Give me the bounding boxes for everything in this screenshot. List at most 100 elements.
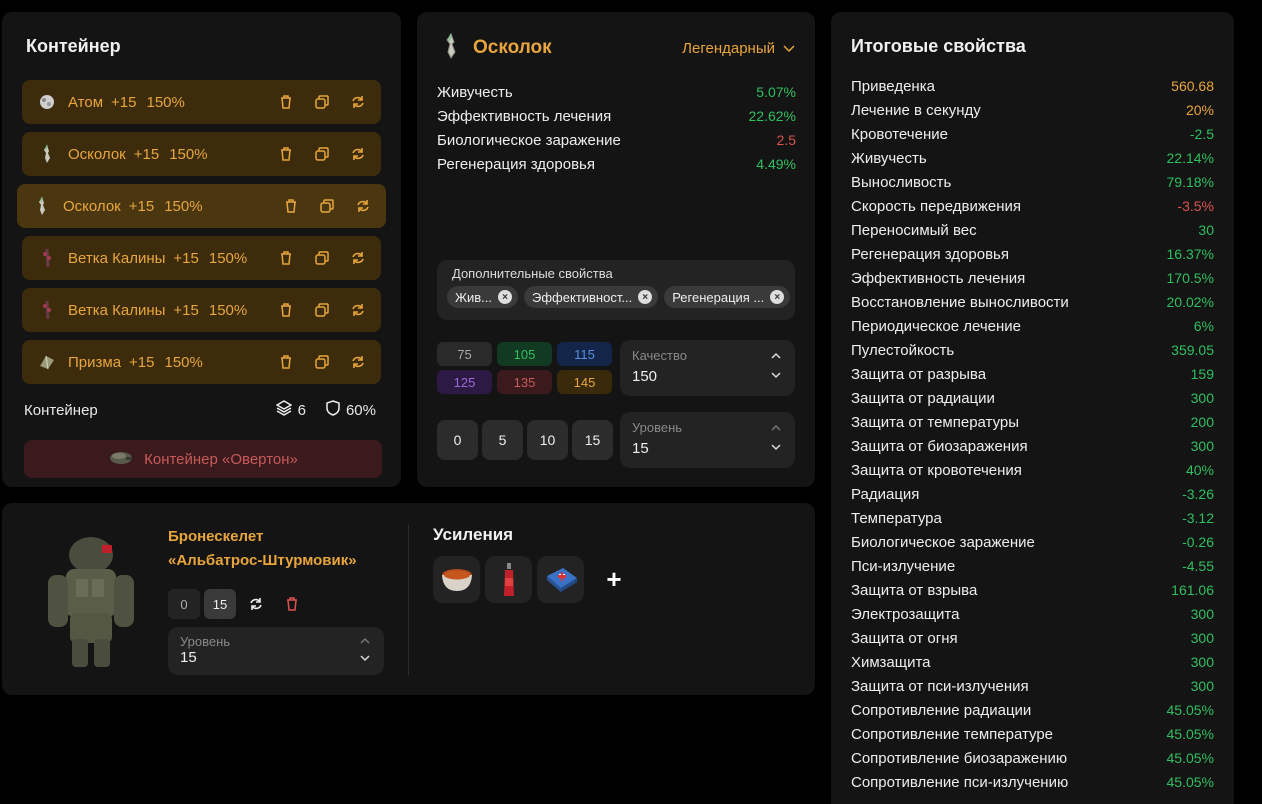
artifact-row[interactable]: Осколок +15 150% xyxy=(22,132,381,176)
property-row: Живучесть 5.07% xyxy=(437,80,796,104)
quality-preset-button[interactable]: 75 xyxy=(437,342,492,366)
armor-level-label: Уровень xyxy=(180,634,231,649)
armor-level-value[interactable]: 15 xyxy=(180,649,197,666)
refresh-icon[interactable] xyxy=(240,589,272,619)
artifact-row-quality: 150% xyxy=(164,353,203,371)
trash-icon[interactable] xyxy=(277,301,295,319)
level-value[interactable]: 15 xyxy=(632,440,649,457)
refresh-icon[interactable] xyxy=(349,353,367,371)
artifact-row[interactable]: Атом +15 150% xyxy=(22,80,381,124)
total-property-value: -2.5 xyxy=(1189,126,1214,142)
total-property-value: 200 xyxy=(1190,414,1214,430)
artifact-row[interactable]: Осколок +15 150% xyxy=(17,184,386,228)
trash-icon[interactable] xyxy=(276,589,308,619)
artifact-row[interactable]: Ветка Калины +15 150% xyxy=(22,236,381,280)
quality-label: Качество xyxy=(632,348,687,363)
close-icon[interactable]: × xyxy=(638,290,653,304)
trash-icon[interactable] xyxy=(277,145,295,163)
quality-preset-button[interactable]: 105 xyxy=(497,342,552,366)
extra-property-chip[interactable]: Жив... × xyxy=(447,286,519,308)
refresh-icon[interactable] xyxy=(349,93,367,111)
artifact-row-name: Призма xyxy=(68,353,122,371)
total-property-value: 6% xyxy=(1193,318,1214,334)
chevron-up-icon[interactable] xyxy=(771,350,781,362)
total-property-value: 45.05% xyxy=(1166,750,1214,766)
total-property-value: 300 xyxy=(1190,654,1214,670)
refresh-icon[interactable] xyxy=(349,145,367,163)
chevron-down-icon[interactable] xyxy=(360,653,370,665)
quality-preset-button[interactable]: 115 xyxy=(557,342,612,366)
rarity-dropdown[interactable]: Легендарный xyxy=(682,40,795,57)
chevron-down-icon[interactable] xyxy=(771,442,781,454)
chevron-up-icon[interactable] xyxy=(360,635,370,647)
total-property-row: Защита от взрыва 161.06 xyxy=(851,578,1214,602)
total-property-row: Кровотечение -2.5 xyxy=(851,122,1214,146)
quality-preset-button[interactable]: 145 xyxy=(557,370,612,394)
total-property-name: Радиация xyxy=(851,485,920,503)
copy-icon[interactable] xyxy=(313,93,331,111)
copy-icon[interactable] xyxy=(313,145,331,163)
trash-icon[interactable] xyxy=(277,93,295,111)
artifact-row-quality: 150% xyxy=(146,93,185,111)
container-select-button[interactable]: Контейнер «Овертон» xyxy=(24,440,382,478)
container-footer-label: Контейнер xyxy=(24,401,98,419)
trash-icon[interactable] xyxy=(277,249,295,267)
copy-icon[interactable] xyxy=(313,249,331,267)
quality-preset-button[interactable]: 135 xyxy=(497,370,552,394)
copy-icon[interactable] xyxy=(313,301,331,319)
armor-level-0-button[interactable]: 0 xyxy=(168,589,200,619)
container-protection: 60% xyxy=(345,401,376,419)
armor-level-stepper[interactable]: Уровень 15 xyxy=(168,627,384,675)
trash-icon[interactable] xyxy=(282,197,300,215)
stew-bowl-icon[interactable] xyxy=(433,556,480,603)
add-boost-button[interactable]: + xyxy=(599,556,629,603)
quality-value[interactable]: 150 xyxy=(632,368,657,385)
viburnum-branch-icon xyxy=(36,247,58,269)
chevron-down-icon[interactable] xyxy=(771,370,781,382)
level-preset-button[interactable]: 0 xyxy=(437,420,478,460)
refresh-icon[interactable] xyxy=(354,197,372,215)
medkit-icon[interactable] xyxy=(537,556,584,603)
level-stepper[interactable]: Уровень 15 xyxy=(620,412,795,468)
refresh-icon[interactable] xyxy=(349,301,367,319)
total-property-row: Защита от радиации 300 xyxy=(851,386,1214,410)
level-preset-button[interactable]: 15 xyxy=(572,420,613,460)
extra-property-chip[interactable]: Регенерация ... × xyxy=(664,286,791,308)
prism-artifact-icon xyxy=(36,351,58,373)
total-property-value: 161.06 xyxy=(1171,582,1214,598)
total-property-value: -3.26 xyxy=(1182,486,1214,502)
trash-icon[interactable] xyxy=(277,353,295,371)
close-icon[interactable]: × xyxy=(770,290,785,304)
artifact-row-upgrade: +15 xyxy=(129,353,155,371)
total-property-value: 300 xyxy=(1190,390,1214,406)
copy-icon[interactable] xyxy=(318,197,336,215)
total-property-name: Кровотечение xyxy=(851,125,948,143)
energy-drink-bottle-icon[interactable] xyxy=(485,556,532,603)
quality-preset-button[interactable]: 125 xyxy=(437,370,492,394)
extra-property-chip[interactable]: Эффективност... × xyxy=(524,286,659,308)
level-preset-button[interactable]: 10 xyxy=(527,420,568,460)
close-icon[interactable]: × xyxy=(498,290,513,304)
total-property-row: Скорость передвижения -3.5% xyxy=(851,194,1214,218)
armor-level-15-button[interactable]: 15 xyxy=(204,589,236,619)
quality-presets: 75 105 115 125 135 145 xyxy=(437,342,612,394)
container-case-icon xyxy=(108,448,134,470)
artifact-row-upgrade: +15 xyxy=(133,145,160,163)
total-property-name: Защита от радиации xyxy=(851,389,995,407)
chevron-up-icon[interactable] xyxy=(771,422,781,434)
level-preset-button[interactable]: 5 xyxy=(482,420,523,460)
total-property-name: Пулестойкость xyxy=(851,341,955,359)
total-property-name: Биологическое заражение xyxy=(851,533,1035,551)
property-value: 22.62% xyxy=(748,108,796,124)
total-property-value: 300 xyxy=(1190,438,1214,454)
total-property-row: Защита от разрыва 159 xyxy=(851,362,1214,386)
total-property-name: Периодическое лечение xyxy=(851,317,1021,335)
total-property-row: Приведенка 560.68 xyxy=(851,74,1214,98)
artifact-properties: Живучесть 5.07% Эффективность лечения 22.62… xyxy=(437,80,796,176)
copy-icon[interactable] xyxy=(313,353,331,371)
artifact-row[interactable]: Призма +15 150% xyxy=(22,340,381,384)
refresh-icon[interactable] xyxy=(349,249,367,267)
artifact-row[interactable]: Ветка Калины +15 150% xyxy=(22,288,381,332)
quality-stepper[interactable]: Качество 150 xyxy=(620,340,795,396)
artifact-row-quality: 150% xyxy=(164,197,203,215)
